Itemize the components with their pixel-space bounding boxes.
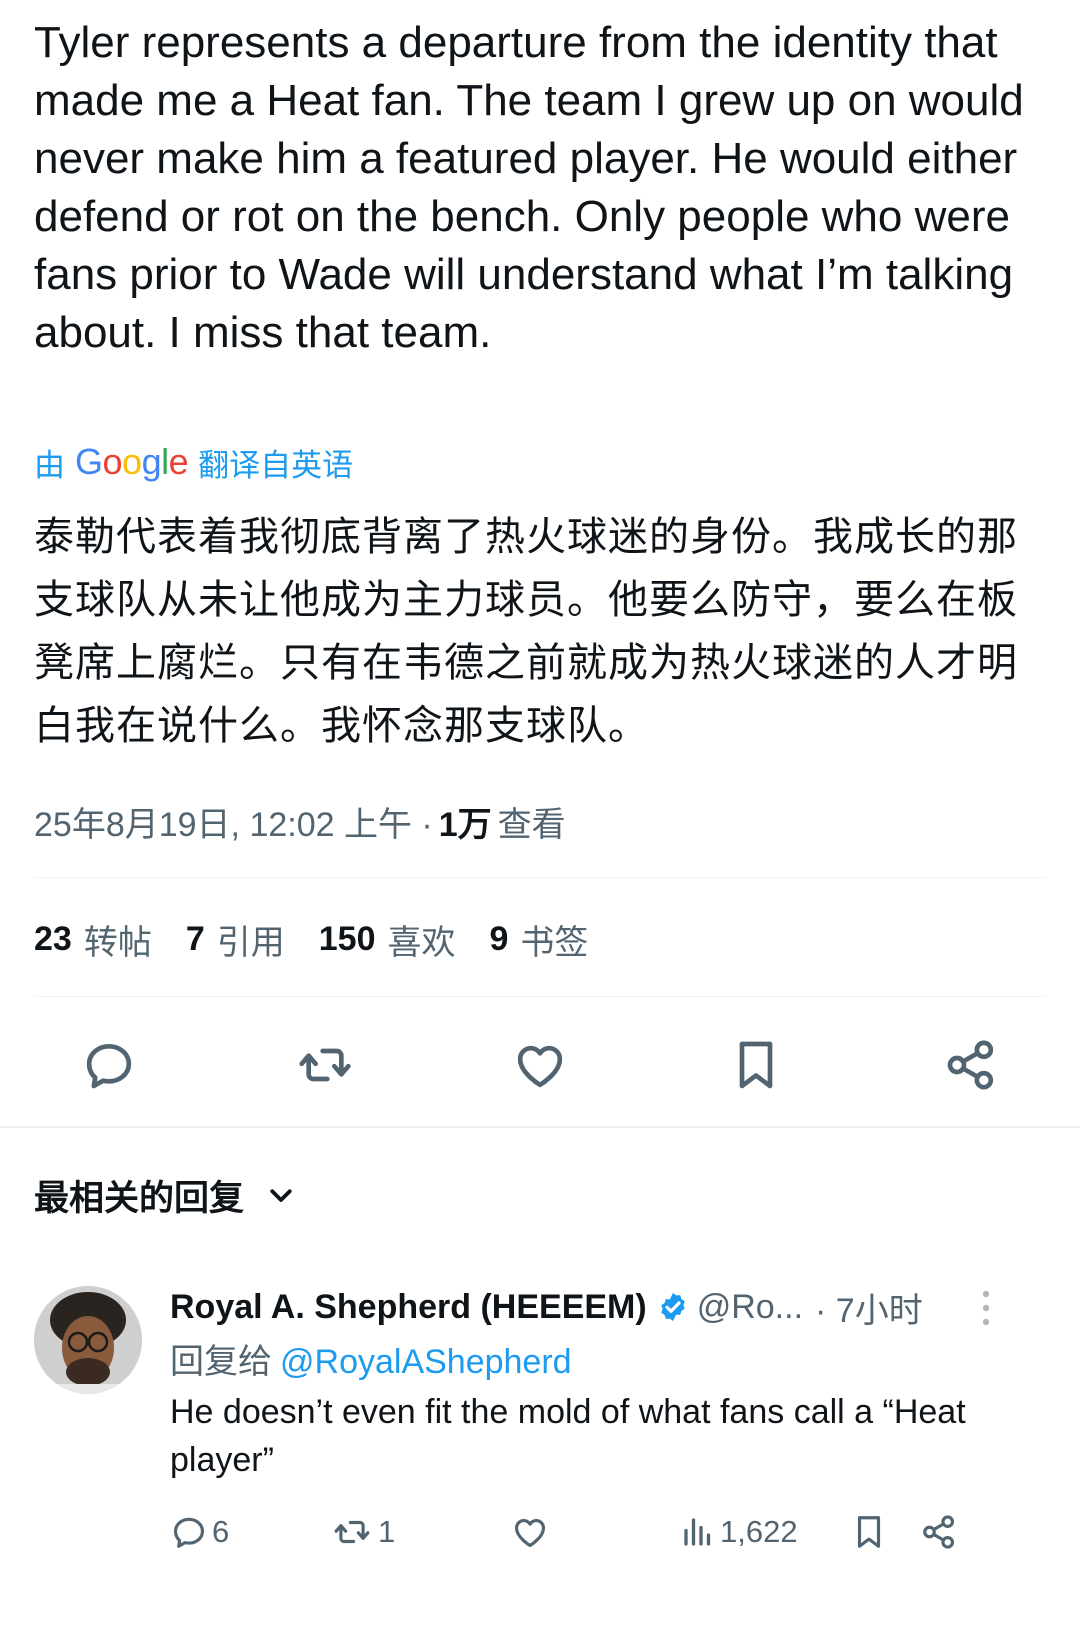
reply-to-mention[interactable]: @RoyalAShepherd <box>280 1343 572 1381</box>
tweet-action-bar <box>34 1025 1046 1105</box>
reply-views-count: 1,622 <box>720 1514 798 1549</box>
likes-stat[interactable]: 150 喜欢 <box>319 915 456 964</box>
repost-icon <box>298 1048 351 1082</box>
reply-repost-button[interactable]: 1 <box>330 1513 510 1551</box>
divider <box>34 877 1046 878</box>
bookmarks-label: 书签 <box>520 923 589 962</box>
views-label: 查看 <box>497 805 566 844</box>
share-icon <box>947 1040 994 1090</box>
reply-repost-count: 1 <box>378 1514 396 1549</box>
engagement-stats: 23 转帖 7 引用 150 喜欢 9 书签 <box>34 912 622 966</box>
like-icon <box>514 1519 546 1548</box>
reply-text: He doesn’t even fit the mold of what fan… <box>170 1393 966 1479</box>
share-icon <box>923 1515 955 1549</box>
reply-to-label: 回复给 <box>170 1343 272 1381</box>
reply-author-name[interactable]: Royal A. Shepherd (HEEEEM) <box>170 1288 647 1327</box>
tweet-meta: 25年8月19日, 12:02 上午 · 1万 查看 <box>34 796 566 846</box>
quotes-label: 引用 <box>216 923 285 962</box>
reply-views-button[interactable]: 1,622 <box>680 1513 850 1551</box>
chevron-down-icon <box>270 1189 292 1202</box>
reposts-stat[interactable]: 23 转帖 <box>34 915 152 964</box>
bookmarks-stat[interactable]: 9 书签 <box>489 915 588 964</box>
reply-item[interactable]: Royal A. Shepherd (HEEEEM) @Ro... · 7小时 … <box>34 1282 1046 1582</box>
views-count: 1万 <box>438 805 492 844</box>
bookmark-icon <box>857 1516 881 1548</box>
divider <box>34 996 1046 997</box>
bookmark-button[interactable] <box>721 1030 791 1100</box>
bookmark-icon <box>739 1041 772 1089</box>
translate-prefix: 由 <box>34 447 65 483</box>
reply-bookmark-button[interactable] <box>850 1512 920 1552</box>
translated-text: 泰勒代表着我彻底背离了热火球迷的身份。我成长的那支球队从未让他成为主力球员。他要… <box>34 514 1018 749</box>
reply-author-handle[interactable]: @Ro... <box>697 1288 803 1327</box>
replies-sort-dropdown[interactable]: 最相关的回复 <box>34 1168 296 1222</box>
tweet-text: Tyler represents a departure from the id… <box>34 18 1036 357</box>
likes-label: 喜欢 <box>387 923 456 962</box>
verified-badge-icon <box>657 1291 689 1323</box>
reply-header: Royal A. Shepherd (HEEEEM) @Ro... · 7小时 <box>170 1282 1000 1332</box>
reply-time[interactable]: · 7小时 <box>815 1283 923 1332</box>
reply-icon <box>86 1044 132 1089</box>
more-vertical-icon <box>982 1290 990 1326</box>
like-button[interactable] <box>505 1030 575 1100</box>
avatar[interactable] <box>34 1286 142 1394</box>
reply-reply-count: 6 <box>212 1514 230 1549</box>
google-logo: Google <box>75 441 189 482</box>
bookmarks-count: 9 <box>489 919 509 958</box>
translation-attribution[interactable]: 由 Google 翻译自英语 <box>34 440 353 484</box>
reply-icon <box>173 1517 205 1548</box>
replies-sort-label: 最相关的回复 <box>34 1178 245 1218</box>
more-options-button[interactable] <box>974 1286 998 1330</box>
reply-reply-button[interactable]: 6 <box>170 1513 330 1551</box>
section-separator <box>0 1126 1080 1128</box>
share-button[interactable] <box>936 1030 1006 1100</box>
repost-button[interactable] <box>290 1030 360 1100</box>
views-chart-icon <box>684 1518 711 1546</box>
reply-action-bar: 6 1 1,622 <box>170 1504 990 1560</box>
reposts-label: 转帖 <box>83 923 152 962</box>
reposts-count: 23 <box>34 919 72 958</box>
quotes-stat[interactable]: 7 引用 <box>186 915 285 964</box>
like-icon <box>517 1045 563 1088</box>
tweet-timestamp[interactable]: 25年8月19日, 12:02 上午 · <box>34 797 433 846</box>
likes-count: 150 <box>318 919 376 958</box>
reply-like-button[interactable] <box>510 1513 680 1551</box>
repost-icon <box>334 1520 370 1544</box>
quotes-count: 7 <box>185 919 205 958</box>
translate-suffix: 翻译自英语 <box>198 447 354 483</box>
reply-button[interactable] <box>74 1030 144 1100</box>
reply-to-line: 回复给 @RoyalAShepherd <box>170 1334 572 1383</box>
reply-share-button[interactable] <box>920 1513 970 1551</box>
